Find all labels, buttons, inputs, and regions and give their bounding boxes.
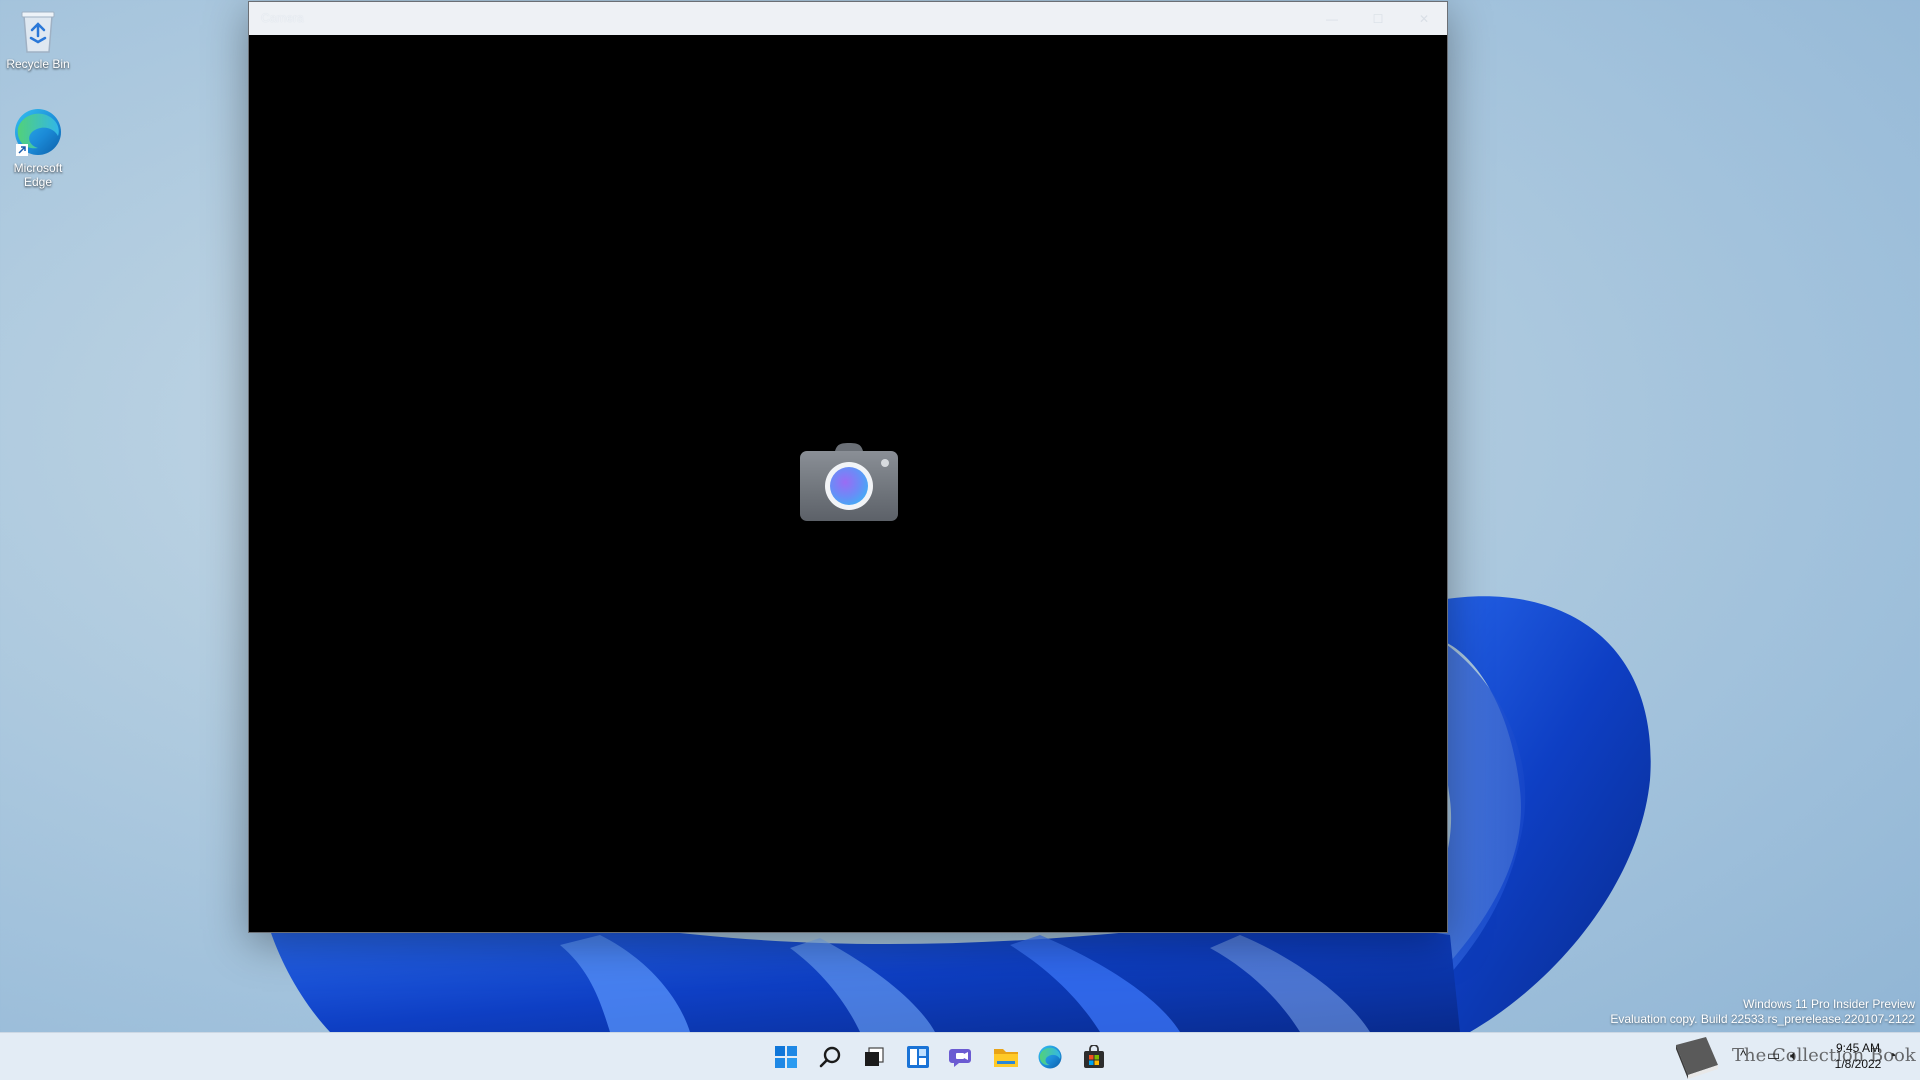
notifications-icon[interactable]: ◔: [1888, 1047, 1896, 1063]
close-icon: ✕: [1418, 11, 1430, 26]
file-explorer-icon: [994, 1049, 1018, 1067]
watermark-line-1: Windows 11 Pro Insider Preview: [1743, 997, 1915, 1011]
task-view-button[interactable]: [858, 1041, 890, 1073]
window-titlebar[interactable]: Camera — ☐ ✕: [249, 2, 1447, 35]
camera-icon: [800, 443, 898, 521]
clock[interactable]: 9:45 AM 1/8/2022: [1818, 1040, 1898, 1072]
start-button[interactable]: [770, 1041, 802, 1073]
desktop-icon-microsoft-edge[interactable]: Microsoft Edge: [4, 106, 72, 189]
desktop-icon-label: Microsoft Edge: [13, 161, 63, 189]
minimize-button[interactable]: —: [1309, 2, 1355, 35]
show-hidden-icons-button[interactable]: ^: [1740, 1047, 1747, 1063]
clock-date: 1/8/2022: [1834, 1057, 1882, 1071]
edge-icon: [15, 109, 61, 156]
start-icon: [775, 1046, 797, 1068]
network-icon[interactable]: ▭: [1767, 1047, 1780, 1064]
maximize-icon: ☐: [1372, 11, 1384, 26]
widgets-button[interactable]: [902, 1041, 934, 1073]
task-view-icon: [865, 1047, 884, 1066]
watermark-line-2: Evaluation copy. Build 22533.rs_prerelea…: [1610, 1012, 1915, 1026]
camera-window[interactable]: Camera — ☐ ✕: [248, 1, 1448, 933]
book-icon: [1676, 1037, 1718, 1079]
edge-icon: [1038, 1045, 1062, 1069]
close-button[interactable]: ✕: [1401, 2, 1447, 35]
recycle-bin-icon: [21, 11, 55, 53]
chat-icon: [949, 1049, 971, 1067]
desktop-icon-recycle-bin[interactable]: Recycle Bin: [4, 8, 72, 71]
evaluation-watermark: Windows 11 Pro Insider Preview Evaluatio…: [1610, 997, 1915, 1027]
search-button[interactable]: [814, 1041, 846, 1073]
chat-button[interactable]: [946, 1041, 978, 1073]
maximize-button[interactable]: ☐: [1355, 2, 1401, 35]
file-explorer-button[interactable]: [990, 1041, 1022, 1073]
store-icon: [1084, 1045, 1104, 1068]
minimize-icon: —: [1326, 11, 1338, 26]
store-button[interactable]: [1078, 1041, 1110, 1073]
taskbar: The Collection Book ^ ▭ 🔈︎ 9:45 AM 1/8/2…: [0, 1032, 1920, 1080]
desktop-icon-label: Recycle Bin: [6, 57, 70, 71]
clock-time: 9:45 AM: [1835, 1041, 1881, 1055]
window-title: Camera: [261, 11, 304, 25]
volume-icon[interactable]: 🔈︎: [1790, 1047, 1798, 1064]
camera-viewport: [249, 35, 1447, 932]
widgets-icon: [907, 1046, 929, 1068]
search-icon: [819, 1046, 841, 1068]
edge-taskbar-button[interactable]: [1034, 1041, 1066, 1073]
